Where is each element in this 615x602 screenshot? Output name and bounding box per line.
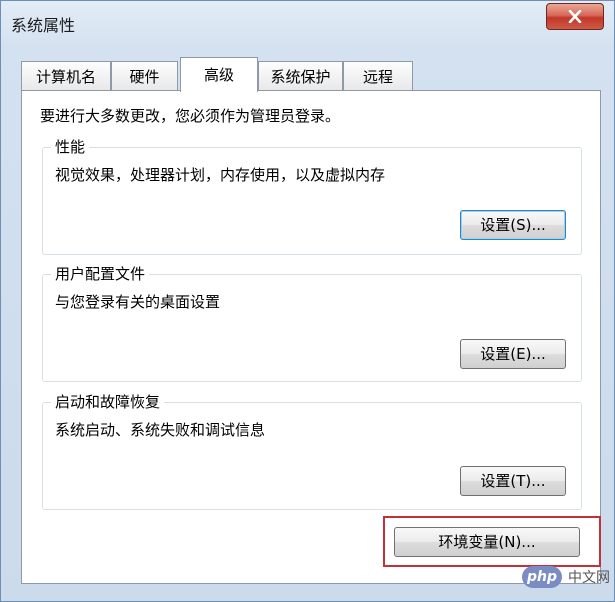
tab-remote[interactable]: 远程 bbox=[343, 61, 413, 91]
user-profiles-settings-button[interactable]: 设置(E)... bbox=[460, 339, 566, 369]
tab-advanced[interactable]: 高级 bbox=[180, 57, 258, 92]
startup-recovery-group: 启动和故障恢复 系统启动、系统失败和调试信息 设置(T)... bbox=[42, 392, 582, 510]
close-button[interactable] bbox=[546, 3, 604, 30]
watermark: php 中文网 bbox=[522, 564, 610, 590]
php-logo: php bbox=[522, 566, 562, 588]
tab-system-protection[interactable]: 系统保护 bbox=[258, 61, 343, 91]
user-profiles-description: 与您登录有关的桌面设置 bbox=[55, 293, 221, 311]
user-profiles-title: 用户配置文件 bbox=[51, 264, 150, 284]
highlight-box bbox=[383, 516, 601, 567]
advanced-tab-panel: 要进行大多数更改，您必须作为管理员登录。 性能 视觉效果，处理器计划，内存使用，… bbox=[21, 90, 601, 584]
watermark-text: 中文网 bbox=[568, 570, 610, 586]
performance-description: 视觉效果，处理器计划，内存使用，以及虚拟内存 bbox=[55, 166, 386, 184]
startup-recovery-title: 启动和故障恢复 bbox=[51, 392, 165, 412]
title-bar[interactable]: 系统属性 bbox=[1, 1, 614, 43]
tab-computer-name[interactable]: 计算机名 bbox=[21, 61, 111, 91]
system-properties-window: 系统属性 计算机名 硬件 高级 系统保护 远程 要进行大多数更改，您必须作为管理… bbox=[0, 0, 615, 602]
user-profiles-group: 用户配置文件 与您登录有关的桌面设置 设置(E)... bbox=[42, 264, 582, 382]
close-icon bbox=[568, 10, 582, 23]
startup-recovery-settings-button[interactable]: 设置(T)... bbox=[460, 466, 566, 496]
admin-note: 要进行大多数更改，您必须作为管理员登录。 bbox=[40, 107, 341, 125]
startup-recovery-description: 系统启动、系统失败和调试信息 bbox=[55, 421, 266, 439]
performance-group: 性能 视觉效果，处理器计划，内存使用，以及虚拟内存 设置(S)... bbox=[42, 137, 582, 255]
performance-settings-button[interactable]: 设置(S)... bbox=[460, 210, 566, 240]
tab-strip: 计算机名 硬件 高级 系统保护 远程 bbox=[21, 57, 601, 92]
performance-title: 性能 bbox=[51, 137, 90, 157]
tab-hardware[interactable]: 硬件 bbox=[111, 61, 178, 91]
window-title: 系统属性 bbox=[11, 16, 76, 35]
